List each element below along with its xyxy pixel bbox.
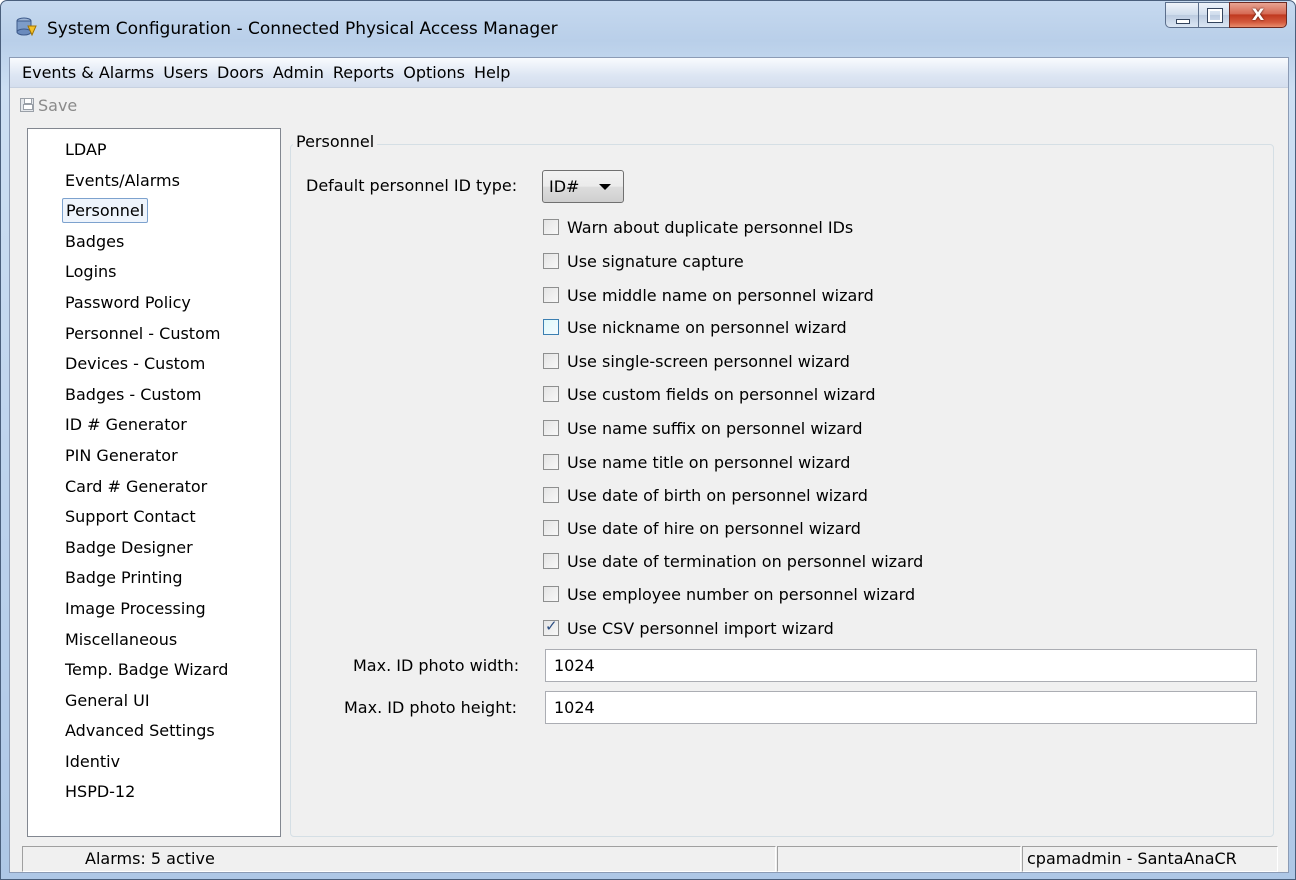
nav-item-temp-badge-wizard[interactable]: Temp. Badge Wizard [28, 655, 280, 686]
checkbox-date-of-hire[interactable]: Use date of hire on personnel wizard [543, 516, 861, 540]
checkbox-date-of-termination[interactable]: Use date of termination on personnel wiz… [543, 549, 923, 573]
checkbox-signature-capture[interactable]: Use signature capture [543, 249, 744, 273]
checkbox-employee-number[interactable]: Use employee number on personnel wizard [543, 582, 915, 606]
menu-users[interactable]: Users [163, 63, 208, 82]
minimize-button[interactable] [1165, 2, 1198, 28]
id-type-value: ID# [549, 177, 580, 196]
minimize-icon [1176, 19, 1190, 24]
checkbox-csv-import[interactable]: Use CSV personnel import wizard [543, 616, 834, 640]
checkbox-single-screen-wizard[interactable]: Use single-screen personnel wizard [543, 349, 850, 373]
checkbox-box[interactable] [543, 319, 559, 335]
nav-item-badges[interactable]: Badges [28, 227, 280, 258]
menu-reports[interactable]: Reports [333, 63, 394, 82]
nav-item-logins[interactable]: Logins [28, 257, 280, 288]
id-type-dropdown[interactable]: ID# [542, 170, 624, 203]
nav-item-image-processing[interactable]: Image Processing [28, 594, 280, 625]
title-bar[interactable]: System Configuration - Connected Physica… [1, 1, 1295, 49]
checkbox-warn-duplicate-ids[interactable]: Warn about duplicate personnel IDs [543, 215, 853, 239]
nav-item-identiv[interactable]: Identiv [28, 747, 280, 778]
checkbox-date-of-birth[interactable]: Use date of birth on personnel wizard [543, 483, 868, 507]
nav-item-badge-printing[interactable]: Badge Printing [28, 563, 280, 594]
dropdown-arrow-icon [599, 184, 611, 190]
status-bar: Alarms: 5 active cpamadmin - SantaAnaCR [10, 844, 1288, 872]
nav-item-general-ui[interactable]: General UI [28, 686, 280, 717]
nav-item-hspd-12[interactable]: HSPD-12 [28, 777, 280, 808]
window-title: System Configuration - Connected Physica… [47, 19, 558, 39]
nav-item-support-contact[interactable]: Support Contact [28, 502, 280, 533]
nav-item-badges-custom[interactable]: Badges - Custom [28, 380, 280, 411]
nav-item-pin-generator[interactable]: PIN Generator [28, 441, 280, 472]
group-title: Personnel [293, 132, 378, 151]
menu-options[interactable]: Options [403, 63, 465, 82]
checkbox-nickname[interactable]: Use nickname on personnel wizard [543, 315, 847, 339]
save-button[interactable]: Save [20, 96, 77, 115]
photo-width-label: Max. ID photo width: [353, 656, 520, 675]
checkbox-box[interactable] [543, 586, 559, 602]
client-area: Events & Alarms Users Doors Admin Report… [9, 57, 1289, 873]
checkbox-box[interactable] [543, 420, 559, 436]
nav-item-id-generator[interactable]: ID # Generator [28, 410, 280, 441]
nav-item-personnel-custom[interactable]: Personnel - Custom [28, 319, 280, 350]
checkbox-box[interactable] [543, 487, 559, 503]
close-icon: X [1251, 5, 1265, 24]
close-button[interactable]: X [1229, 2, 1287, 28]
checkbox-custom-fields[interactable]: Use custom fields on personnel wizard [543, 382, 876, 406]
maximize-button[interactable] [1198, 2, 1229, 28]
checkbox-box[interactable] [543, 454, 559, 470]
menu-events-alarms[interactable]: Events & Alarms [22, 63, 154, 82]
checkbox-name-suffix[interactable]: Use name suffix on personnel wizard [543, 416, 863, 440]
nav-item-devices-custom[interactable]: Devices - Custom [28, 349, 280, 380]
toolbar: Save [10, 88, 1288, 122]
checkbox-box[interactable] [543, 253, 559, 269]
nav-item-personnel[interactable]: Personnel [28, 196, 280, 227]
photo-height-label: Max. ID photo height: [344, 698, 517, 717]
maximize-icon [1207, 8, 1223, 23]
save-label: Save [38, 95, 78, 115]
checkbox-box[interactable] [543, 617, 559, 636]
checkbox-box[interactable] [543, 520, 559, 536]
settings-nav-list[interactable]: LDAP Events/Alarms Personnel Badges Logi… [27, 128, 281, 837]
checkbox-box[interactable] [543, 553, 559, 569]
nav-item-badge-designer[interactable]: Badge Designer [28, 533, 280, 564]
nav-item-ldap[interactable]: LDAP [28, 135, 280, 166]
window-controls: X [1165, 2, 1287, 30]
menu-doors[interactable]: Doors [217, 63, 264, 82]
nav-item-card-generator[interactable]: Card # Generator [28, 472, 280, 503]
checkbox-box[interactable] [543, 287, 559, 303]
menu-admin[interactable]: Admin [273, 63, 324, 82]
status-middle-pane [777, 846, 1021, 872]
nav-item-advanced-settings[interactable]: Advanced Settings [28, 716, 280, 747]
checkbox-box[interactable] [543, 386, 559, 402]
id-type-label: Default personnel ID type: [306, 176, 518, 195]
app-window: System Configuration - Connected Physica… [0, 0, 1296, 880]
alarms-status[interactable]: Alarms: 5 active [22, 846, 776, 872]
menu-bar: Events & Alarms Users Doors Admin Report… [10, 58, 1288, 88]
checkbox-middle-name[interactable]: Use middle name on personnel wizard [543, 283, 874, 307]
nav-item-events-alarms[interactable]: Events/Alarms [28, 166, 280, 197]
database-app-icon [16, 17, 37, 37]
photo-width-input[interactable]: 1024 [545, 649, 1257, 682]
checkbox-box[interactable] [543, 353, 559, 369]
user-status: cpamadmin - SantaAnaCR [1022, 846, 1278, 872]
checkbox-box[interactable] [543, 219, 559, 235]
checkbox-name-title[interactable]: Use name title on personnel wizard [543, 450, 850, 474]
nav-item-password-policy[interactable]: Password Policy [28, 288, 280, 319]
menu-help[interactable]: Help [474, 63, 510, 82]
photo-height-input[interactable]: 1024 [545, 691, 1257, 724]
floppy-disk-icon [20, 98, 34, 112]
nav-item-miscellaneous[interactable]: Miscellaneous [28, 625, 280, 656]
